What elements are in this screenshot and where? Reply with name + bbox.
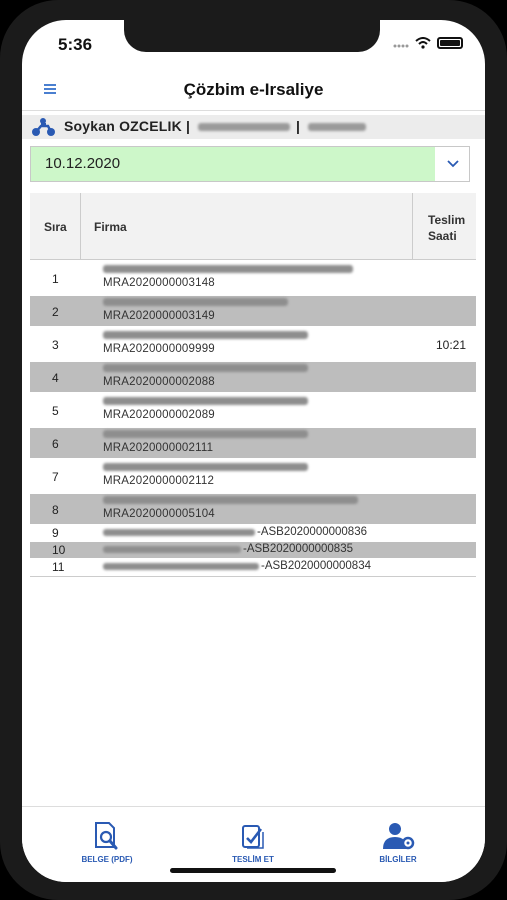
document-code: -ASB2020000000836 — [257, 526, 367, 538]
user-info-bar: Soykan OZCELIK | | — [22, 115, 485, 139]
redacted-company — [103, 496, 358, 504]
redacted-company — [103, 364, 308, 372]
signal-icon — [393, 44, 409, 48]
row-number: 1 — [52, 272, 59, 286]
firma-cell: MRA2020000005104 — [103, 496, 403, 520]
table-row[interactable]: 7 MRA2020000002112 — [30, 459, 476, 493]
chevron-down-icon[interactable] — [447, 157, 459, 169]
table-header: Sıra Firma Teslim Saati — [30, 193, 476, 260]
navigation-bar: Çözbim e-Irsaliye — [22, 72, 485, 111]
table-row[interactable]: 3 MRA2020000009999 10:21 — [30, 327, 476, 361]
delivery-time: 10:21 — [436, 338, 467, 352]
deliver-check-icon — [242, 825, 264, 849]
table-row[interactable]: 9 -ASB2020000000836 — [30, 525, 476, 541]
redacted-company — [103, 298, 288, 306]
user-separator: | — [296, 118, 301, 134]
table-row[interactable]: 6 MRA2020000002111 — [30, 428, 476, 458]
redacted-company — [103, 397, 308, 405]
redacted-company — [103, 331, 308, 339]
document-code: MRA2020000003149 — [103, 310, 215, 322]
home-indicator — [170, 868, 336, 873]
row-number: 11 — [52, 560, 65, 574]
tab-label: TESLİM ET — [232, 855, 274, 864]
firma-cell: MRA2020000003148 — [103, 265, 403, 289]
document-code: MRA2020000009999 — [103, 343, 215, 355]
column-teslim-2: Saati — [428, 229, 457, 243]
document-search-icon — [95, 822, 118, 850]
redacted-company — [103, 430, 308, 438]
firma-cell: MRA2020000003149 — [103, 298, 403, 322]
document-code: MRA2020000002111 — [103, 442, 214, 454]
row-number: 9 — [52, 526, 59, 540]
row-number: 10 — [52, 543, 66, 557]
firma-cell: MRA2020000002088 — [103, 364, 403, 388]
tab-teslim-et[interactable]: TESLİM ET — [198, 821, 308, 864]
redacted-phone — [198, 123, 290, 131]
redacted-company — [103, 528, 255, 536]
document-code: MRA2020000002112 — [103, 475, 215, 487]
date-value: 10.12.2020 — [31, 147, 435, 181]
redacted-company — [103, 562, 259, 570]
document-code: MRA2020000005104 — [103, 508, 215, 520]
table-row[interactable]: 4 MRA2020000002088 — [30, 362, 476, 392]
document-code: MRA2020000002089 — [103, 409, 215, 421]
firma-cell: MRA2020000002089 — [103, 397, 403, 421]
status-time: 5:36 — [58, 35, 93, 54]
redacted-id — [308, 123, 366, 131]
battery-icon — [437, 37, 463, 49]
document-code: MRA2020000003148 — [103, 277, 215, 289]
column-teslim-1: Teslim — [428, 213, 466, 227]
firma-cell: MRA2020000002112 — [103, 463, 403, 487]
table-row[interactable]: 5 MRA2020000002089 — [30, 393, 476, 427]
row-number: 5 — [52, 404, 59, 418]
column-firma: Firma — [94, 220, 127, 234]
phone-frame: 5:36 Çözbim e-Irsaliye Soykan OZCELIK | … — [0, 0, 507, 900]
document-code: -ASB2020000000834 — [261, 560, 371, 572]
row-number: 3 — [52, 338, 59, 352]
notch — [124, 20, 380, 52]
firma-cell: -ASB2020000000836 — [103, 526, 403, 538]
row-number: 2 — [52, 305, 59, 319]
firma-cell: -ASB2020000000834 — [103, 560, 403, 572]
table-row[interactable]: 1 MRA2020000003148 — [30, 261, 476, 295]
wifi-icon — [415, 37, 431, 49]
table-row[interactable]: 11 -ASB2020000000834 — [30, 559, 476, 575]
tab-label: BELGE (PDF) — [81, 855, 133, 864]
table-row[interactable]: 2 MRA2020000003149 — [30, 296, 476, 326]
tab-bilgiler[interactable]: BİLGİLER — [343, 821, 453, 864]
row-number: 8 — [52, 503, 59, 517]
firma-cell: MRA2020000009999 — [103, 331, 403, 355]
redacted-company — [103, 265, 353, 273]
tab-belge-pdf[interactable]: BELGE (PDF) — [52, 821, 162, 864]
row-number: 4 — [52, 371, 59, 385]
row-number: 7 — [52, 470, 59, 484]
tab-label: BİLGİLER — [379, 855, 417, 864]
table-row[interactable]: 10 -ASB2020000000835 — [30, 542, 476, 558]
document-code: MRA2020000002088 — [103, 376, 215, 388]
redacted-company — [103, 463, 308, 471]
user-name: Soykan OZCELIK | — [64, 118, 191, 134]
table-bottom-border — [30, 576, 476, 577]
column-sira: Sıra — [44, 220, 67, 234]
firma-cell: -ASB2020000000835 — [103, 543, 403, 555]
page-title: Çözbim e-Irsaliye — [183, 80, 324, 99]
redacted-company — [103, 545, 241, 553]
row-number: 6 — [52, 437, 59, 451]
app-screen: 5:36 Çözbim e-Irsaliye Soykan OZCELIK | … — [22, 20, 485, 882]
divider — [412, 193, 413, 259]
document-code: -ASB2020000000835 — [243, 543, 353, 555]
courier-motorbike-icon — [32, 118, 55, 136]
firma-cell: MRA2020000002111 — [103, 430, 403, 454]
status-icons — [393, 37, 463, 49]
divider — [80, 193, 81, 259]
table-row[interactable]: 8 MRA2020000005104 — [30, 494, 476, 524]
date-select[interactable]: 10.12.2020 — [30, 146, 470, 182]
user-settings-icon — [383, 823, 415, 850]
